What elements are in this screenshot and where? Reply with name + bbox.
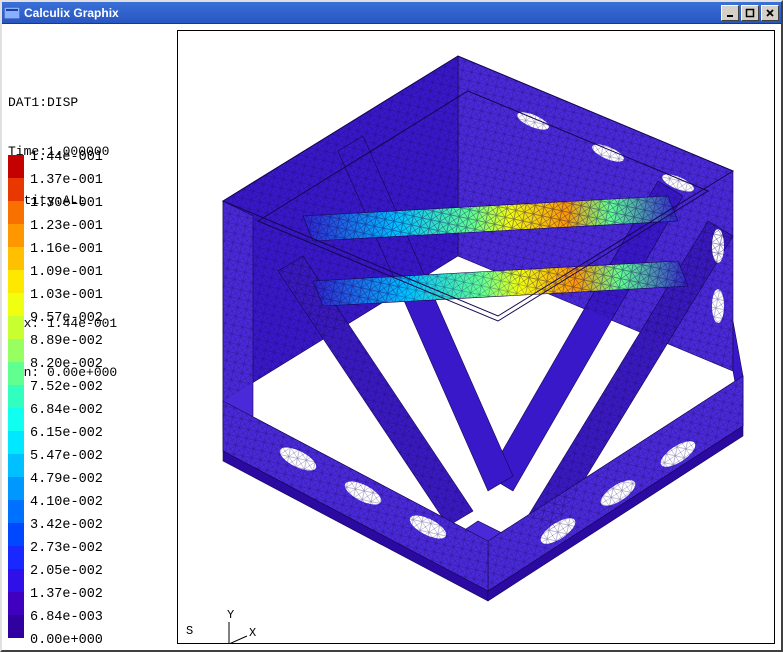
legend-value-label: 4.10e-002 [30, 491, 103, 514]
client-area: DAT1:DISP Time:1.000000 Entity:ALL max: … [2, 24, 781, 650]
legend-value-label: 5.47e-002 [30, 445, 103, 468]
legend-value-label: 6.84e-003 [30, 606, 103, 629]
legend-color-segment [8, 155, 24, 178]
viewport-marker: S [186, 624, 193, 638]
legend-value-label: 0.00e+000 [30, 629, 103, 652]
legend-value-label: 7.52e-002 [30, 376, 103, 399]
legend-color-segment [8, 362, 24, 385]
app-icon [4, 5, 20, 21]
legend-color-segment [8, 385, 24, 408]
legend-value-label: 4.79e-002 [30, 468, 103, 491]
legend-value-label: 1.23e-001 [30, 215, 103, 238]
legend-value-label: 8.20e-002 [30, 353, 103, 376]
legend-value-label: 9.57e-002 [30, 307, 103, 330]
legend-color-segment [8, 224, 24, 247]
legend-color-segment [8, 454, 24, 477]
legend-value-label: 1.37e-002 [30, 583, 103, 606]
legend-value-label: 1.09e-001 [30, 261, 103, 284]
maximize-icon [745, 8, 755, 18]
legend-color-segment [8, 546, 24, 569]
close-icon [765, 8, 775, 18]
legend-value-label: 1.30e-001 [30, 192, 103, 215]
legend-color-segment [8, 592, 24, 615]
legend-value-label: 3.42e-002 [30, 514, 103, 537]
legend-color-segment [8, 293, 24, 316]
legend-color-segment [8, 339, 24, 362]
legend-color-segment [8, 270, 24, 293]
minimize-button[interactable] [721, 5, 739, 21]
maximize-button[interactable] [741, 5, 759, 21]
legend-color-segment [8, 569, 24, 592]
color-legend: 1.44e-0011.37e-0011.30e-0011.23e-0011.16… [8, 146, 103, 652]
legend-color-segment [8, 500, 24, 523]
dataset-label: DAT1:DISP [8, 95, 171, 111]
legend-color-segment [8, 408, 24, 431]
legend-value-label: 1.44e-001 [30, 146, 103, 169]
legend-color-segment [8, 201, 24, 224]
legend-color-segment [8, 523, 24, 546]
legend-value-label: 6.15e-002 [30, 422, 103, 445]
legend-color-segment [8, 477, 24, 500]
titlebar[interactable]: Calculix Graphix [2, 2, 781, 24]
legend-value-label: 6.84e-002 [30, 399, 103, 422]
legend-value-label: 2.05e-002 [30, 560, 103, 583]
axis-x-label: X [249, 626, 256, 640]
legend-value-label: 1.16e-001 [30, 238, 103, 261]
legend-value-label: 8.89e-002 [30, 330, 103, 353]
close-button[interactable] [761, 5, 779, 21]
legend-value-label: 1.37e-001 [30, 169, 103, 192]
legend-color-segment [8, 431, 24, 454]
fea-model [178, 31, 775, 644]
fea-viewport[interactable]: Y X Z S [177, 30, 775, 644]
legend-value-label: 1.03e-001 [30, 284, 103, 307]
axis-y-label: Y [227, 608, 234, 622]
window-title: Calculix Graphix [24, 6, 721, 20]
window-controls [721, 5, 779, 21]
legend-color-segment [8, 316, 24, 339]
legend-value-label: 2.73e-002 [30, 537, 103, 560]
application-window: Calculix Graphix DAT1:DISP Time:1.000000… [0, 0, 783, 652]
legend-color-segment [8, 615, 24, 638]
legend-labels: 1.44e-0011.37e-0011.30e-0011.23e-0011.16… [30, 146, 103, 652]
legend-color-segment [8, 247, 24, 270]
legend-color-segment [8, 178, 24, 201]
minimize-icon [725, 8, 735, 18]
legend-colorbar [8, 155, 24, 638]
